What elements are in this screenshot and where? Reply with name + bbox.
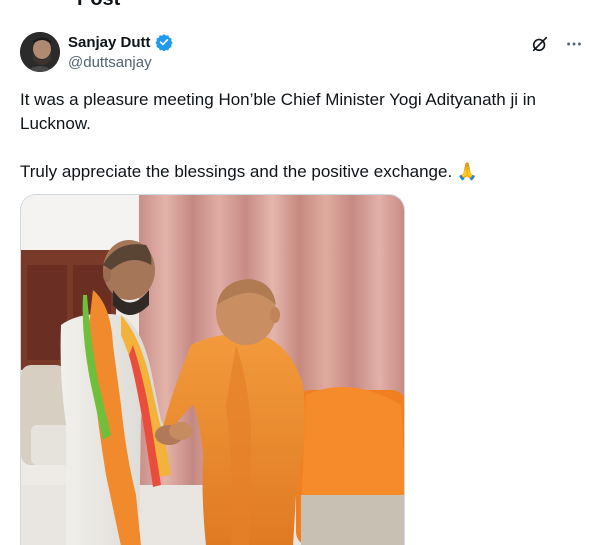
- post-paragraph: It was a pleasure meeting Hon’ble Chief …: [20, 90, 536, 133]
- post-top-actions: [530, 34, 584, 54]
- post-paragraph: Truly appreciate the blessings and the p…: [20, 162, 479, 181]
- avatar-photo: [20, 32, 60, 72]
- grok-icon[interactable]: [530, 34, 550, 54]
- verified-badge-icon[interactable]: [154, 33, 173, 52]
- post-media-photo[interactable]: [20, 194, 405, 545]
- author-display-name[interactable]: Sanjay Dutt: [68, 34, 151, 51]
- post-text: It was a pleasure meeting Hon’ble Chief …: [20, 88, 560, 184]
- photo-image: [21, 195, 404, 545]
- author-handle[interactable]: @duttsanjay: [68, 54, 173, 71]
- more-icon[interactable]: [564, 34, 584, 54]
- avatar[interactable]: [20, 32, 60, 72]
- post-author: Sanjay Dutt @duttsanjay: [68, 33, 173, 71]
- page-title: Post: [77, 0, 120, 11]
